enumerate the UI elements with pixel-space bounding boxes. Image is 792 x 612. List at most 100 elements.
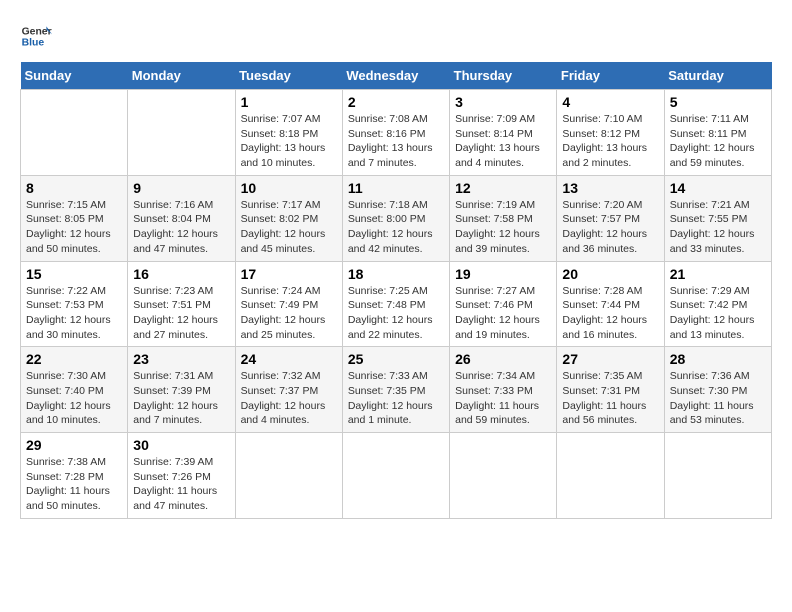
day-detail: Sunrise: 7:10 AMSunset: 8:12 PMDaylight:… [562, 112, 658, 171]
day-detail: Sunrise: 7:25 AMSunset: 7:48 PMDaylight:… [348, 284, 444, 343]
day-detail: Sunrise: 7:11 AMSunset: 8:11 PMDaylight:… [670, 112, 766, 171]
day-detail: Sunrise: 7:19 AMSunset: 7:58 PMDaylight:… [455, 198, 551, 257]
col-header-tuesday: Tuesday [235, 62, 342, 90]
day-number: 8 [26, 180, 122, 196]
day-detail: Sunrise: 7:30 AMSunset: 7:40 PMDaylight:… [26, 369, 122, 428]
logo-icon: General Blue [20, 20, 52, 52]
day-number: 26 [455, 351, 551, 367]
day-number: 25 [348, 351, 444, 367]
day-number: 27 [562, 351, 658, 367]
day-number: 1 [241, 94, 337, 110]
col-header-monday: Monday [128, 62, 235, 90]
calendar-cell: 12Sunrise: 7:19 AMSunset: 7:58 PMDayligh… [450, 175, 557, 261]
day-number: 2 [348, 94, 444, 110]
calendar-cell: 9Sunrise: 7:16 AMSunset: 8:04 PMDaylight… [128, 175, 235, 261]
day-number: 23 [133, 351, 229, 367]
day-detail: Sunrise: 7:31 AMSunset: 7:39 PMDaylight:… [133, 369, 229, 428]
calendar-cell: 29 Sunrise: 7:38 AMSunset: 7:28 PMDayligh… [21, 433, 128, 519]
day-detail: Sunrise: 7:36 AMSunset: 7:30 PMDaylight:… [670, 369, 766, 428]
header-row: SundayMondayTuesdayWednesdayThursdayFrid… [21, 62, 772, 90]
calendar-cell: 25Sunrise: 7:33 AMSunset: 7:35 PMDayligh… [342, 347, 449, 433]
day-detail: Sunrise: 7:24 AMSunset: 7:49 PMDaylight:… [241, 284, 337, 343]
calendar-cell: 8 Sunrise: 7:15 AMSunset: 8:05 PMDaylight… [21, 175, 128, 261]
col-header-wednesday: Wednesday [342, 62, 449, 90]
day-number: 11 [348, 180, 444, 196]
day-detail: Sunrise: 7:38 AMSunset: 7:28 PMDaylight:… [26, 455, 122, 514]
calendar-cell: 4 Sunrise: 7:10 AMSunset: 8:12 PMDaylight… [557, 90, 664, 176]
day-detail: Sunrise: 7:21 AMSunset: 7:55 PMDaylight:… [670, 198, 766, 257]
day-number: 14 [670, 180, 766, 196]
calendar-cell: 19 Sunrise: 7:27 AMSunset: 7:46 PMDayligh… [450, 261, 557, 347]
calendar-cell [664, 433, 771, 519]
day-number: 4 [562, 94, 658, 110]
svg-text:Blue: Blue [22, 38, 45, 49]
day-detail: Sunrise: 7:28 AMSunset: 7:44 PMDaylight:… [562, 284, 658, 343]
day-number: 29 [26, 437, 122, 453]
week-row-3: 15 Sunrise: 7:22 AMSunset: 7:53 PMDayligh… [21, 261, 772, 347]
calendar-cell: 18Sunrise: 7:25 AMSunset: 7:48 PMDayligh… [342, 261, 449, 347]
day-detail: Sunrise: 7:22 AMSunset: 7:53 PMDaylight:… [26, 284, 122, 343]
calendar-cell: 28 Sunrise: 7:36 AMSunset: 7:30 PMDayligh… [664, 347, 771, 433]
col-header-sunday: Sunday [21, 62, 128, 90]
calendar-cell [21, 90, 128, 176]
day-number: 13 [562, 180, 658, 196]
calendar-cell: 30 Sunrise: 7:39 AMSunset: 7:26 PMDayligh… [128, 433, 235, 519]
day-detail: Sunrise: 7:09 AMSunset: 8:14 PMDaylight:… [455, 112, 551, 171]
day-detail: Sunrise: 7:20 AMSunset: 7:57 PMDaylight:… [562, 198, 658, 257]
day-detail: Sunrise: 7:17 AMSunset: 8:02 PMDaylight:… [241, 198, 337, 257]
calendar-cell: 17Sunrise: 7:24 AMSunset: 7:49 PMDayligh… [235, 261, 342, 347]
calendar-cell [128, 90, 235, 176]
day-detail: Sunrise: 7:07 AMSunset: 8:18 PMDaylight:… [241, 112, 337, 171]
calendar-cell: 14 Sunrise: 7:21 AMSunset: 7:55 PMDayligh… [664, 175, 771, 261]
calendar-table: SundayMondayTuesdayWednesdayThursdayFrid… [20, 62, 772, 519]
day-number: 30 [133, 437, 229, 453]
calendar-cell: 21Sunrise: 7:29 AMSunset: 7:42 PMDayligh… [664, 261, 771, 347]
day-detail: Sunrise: 7:29 AMSunset: 7:42 PMDaylight:… [670, 284, 766, 343]
week-row-4: 22 Sunrise: 7:30 AMSunset: 7:40 PMDayligh… [21, 347, 772, 433]
day-number: 22 [26, 351, 122, 367]
day-number: 24 [241, 351, 337, 367]
day-detail: Sunrise: 7:34 AMSunset: 7:33 PMDaylight:… [455, 369, 551, 428]
calendar-cell [235, 433, 342, 519]
day-number: 28 [670, 351, 766, 367]
day-detail: Sunrise: 7:08 AMSunset: 8:16 PMDaylight:… [348, 112, 444, 171]
calendar-cell: 23 Sunrise: 7:31 AMSunset: 7:39 PMDayligh… [128, 347, 235, 433]
day-detail: Sunrise: 7:35 AMSunset: 7:31 PMDaylight:… [562, 369, 658, 428]
day-number: 16 [133, 266, 229, 282]
day-detail: Sunrise: 7:18 AMSunset: 8:00 PMDaylight:… [348, 198, 444, 257]
calendar-cell: 13 Sunrise: 7:20 AMSunset: 7:57 PMDayligh… [557, 175, 664, 261]
day-detail: Sunrise: 7:32 AMSunset: 7:37 PMDaylight:… [241, 369, 337, 428]
calendar-cell: 10 Sunrise: 7:17 AMSunset: 8:02 PMDayligh… [235, 175, 342, 261]
day-number: 20 [562, 266, 658, 282]
day-number: 19 [455, 266, 551, 282]
day-detail: Sunrise: 7:27 AMSunset: 7:46 PMDaylight:… [455, 284, 551, 343]
week-row-5: 29 Sunrise: 7:38 AMSunset: 7:28 PMDayligh… [21, 433, 772, 519]
day-number: 10 [241, 180, 337, 196]
calendar-cell [557, 433, 664, 519]
day-detail: Sunrise: 7:16 AMSunset: 8:04 PMDaylight:… [133, 198, 229, 257]
calendar-cell [342, 433, 449, 519]
calendar-cell: 27 Sunrise: 7:35 AMSunset: 7:31 PMDayligh… [557, 347, 664, 433]
day-detail: Sunrise: 7:15 AMSunset: 8:05 PMDaylight:… [26, 198, 122, 257]
day-number: 3 [455, 94, 551, 110]
calendar-cell: 20 Sunrise: 7:28 AMSunset: 7:44 PMDayligh… [557, 261, 664, 347]
day-number: 5 [670, 94, 766, 110]
logo: General Blue [20, 20, 52, 52]
col-header-thursday: Thursday [450, 62, 557, 90]
page-header: General Blue [20, 20, 772, 52]
calendar-cell: 5 Sunrise: 7:11 AMSunset: 8:11 PMDaylight… [664, 90, 771, 176]
calendar-cell: 16Sunrise: 7:23 AMSunset: 7:51 PMDayligh… [128, 261, 235, 347]
week-row-2: 8 Sunrise: 7:15 AMSunset: 8:05 PMDaylight… [21, 175, 772, 261]
calendar-cell: 2 Sunrise: 7:08 AMSunset: 8:16 PMDaylight… [342, 90, 449, 176]
day-number: 15 [26, 266, 122, 282]
calendar-cell: 11 Sunrise: 7:18 AMSunset: 8:00 PMDayligh… [342, 175, 449, 261]
col-header-saturday: Saturday [664, 62, 771, 90]
calendar-cell: 22 Sunrise: 7:30 AMSunset: 7:40 PMDayligh… [21, 347, 128, 433]
day-detail: Sunrise: 7:39 AMSunset: 7:26 PMDaylight:… [133, 455, 229, 514]
calendar-cell: 24 Sunrise: 7:32 AMSunset: 7:37 PMDayligh… [235, 347, 342, 433]
calendar-cell: 15 Sunrise: 7:22 AMSunset: 7:53 PMDayligh… [21, 261, 128, 347]
calendar-cell [450, 433, 557, 519]
calendar-cell: 1 Sunrise: 7:07 AMSunset: 8:18 PMDaylight… [235, 90, 342, 176]
week-row-1: 1 Sunrise: 7:07 AMSunset: 8:18 PMDaylight… [21, 90, 772, 176]
calendar-cell: 26 Sunrise: 7:34 AMSunset: 7:33 PMDayligh… [450, 347, 557, 433]
